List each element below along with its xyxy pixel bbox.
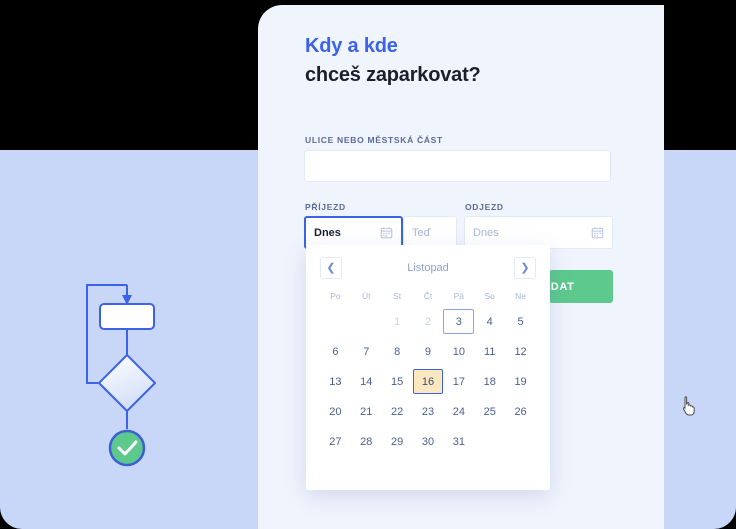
calendar-weekday-2: St [393, 291, 402, 301]
calendar-day-14[interactable]: 14 [351, 369, 382, 394]
calendar-day-8[interactable]: 8 [382, 339, 413, 364]
calendar-day-empty [474, 429, 505, 454]
calendar-icon [591, 227, 604, 239]
calendar-day-10[interactable]: 10 [443, 339, 474, 364]
calendar-day-7[interactable]: 7 [351, 339, 382, 364]
calendar-day-21[interactable]: 21 [351, 399, 382, 424]
calendar-day-6[interactable]: 6 [320, 339, 351, 364]
calendar-day-19[interactable]: 19 [505, 369, 536, 394]
departure-date-placeholder: Dnes [473, 226, 499, 239]
arrival-date-value: Dnes [314, 226, 341, 239]
arrival-field-label: PŘÍJEZD [305, 202, 346, 212]
calendar-day-empty [505, 429, 536, 454]
date-picker-popup: ❮ Listopad ❯ Po Út St Čt Pá So Ne 1 2 3 4 5 6 7 8 9 10 1… [306, 245, 550, 490]
calendar-day-3[interactable]: 3 [443, 309, 475, 334]
calendar-day-2: 2 [424, 315, 432, 328]
calendar-weekday-4: Pá [453, 291, 465, 301]
search-button-label: HLEDAT [549, 280, 575, 293]
calendar-day-26[interactable]: 26 [505, 399, 536, 424]
calendar-weekday-3: Čt [423, 291, 433, 301]
calendar-weekday-1: Út [362, 291, 371, 301]
calendar-day-5[interactable]: 5 [505, 309, 536, 334]
calendar-day-22[interactable]: 22 [382, 399, 413, 424]
calendar-day-28[interactable]: 28 [351, 429, 382, 454]
calendar-day-18[interactable]: 18 [474, 369, 505, 394]
calendar-day-15[interactable]: 15 [382, 369, 413, 394]
calendar-day-empty [351, 309, 382, 334]
calendar-day-4[interactable]: 4 [474, 309, 505, 334]
calendar-day-20[interactable]: 20 [320, 399, 351, 424]
chevron-right-icon[interactable]: ❯ [514, 257, 536, 279]
search-button[interactable]: HLEDAT [549, 270, 613, 303]
calendar-day-23[interactable]: 23 [413, 399, 444, 424]
calendar-week-row: 1 2345 [320, 309, 536, 334]
calendar-week-row: 20 21 22 23 24 25 26 [320, 399, 536, 424]
calendar-header: ❮ Listopad ❯ [320, 257, 536, 279]
calendar-day-9[interactable]: 9 [413, 339, 444, 364]
page-title: Kdy a kde chceš zaparkovat? [305, 35, 481, 87]
calendar-day-31[interactable]: 31 [443, 429, 474, 454]
calendar-icon [380, 227, 393, 239]
calendar-weekday-header: Po Út St Čt Pá So Ne [320, 291, 536, 301]
flowchart-illustration [60, 265, 280, 490]
calendar-week-row: 27 28 29 30 31 [320, 429, 536, 454]
calendar-week-row: 13 14 15 16 17 18 19 [320, 369, 536, 394]
booking-card-panel: Kdy a kde chceš zaparkovat? ULICE NEBO M… [258, 5, 695, 529]
calendar-month-label: Listopad [407, 262, 449, 274]
departure-field-label: ODJEZD [465, 202, 504, 212]
calendar-day-30[interactable]: 30 [413, 429, 444, 454]
calendar-day-27[interactable]: 27 [320, 429, 351, 454]
calendar-day-11[interactable]: 11 [474, 339, 505, 364]
calendar-weekday-6: Ne [515, 291, 526, 301]
calendar-week-row: 6 7 8 9 10 11 12 [320, 339, 536, 364]
calendar-weekday-0: Po [330, 291, 341, 301]
calendar-day-24[interactable]: 24 [443, 399, 474, 424]
calendar-day-empty [320, 309, 351, 334]
calendar-grid: 1 2 3 4 5 6 7 8 9 10 11 12 13 14 15 16 17 18 19 20 21 22 23 24 2… [320, 309, 536, 454]
calendar-day-17[interactable]: 17 [443, 369, 474, 394]
chevron-left-icon[interactable]: ❮ [320, 257, 342, 279]
heading-line-secondary: chceš zaparkovat? [305, 64, 481, 86]
calendar-day-16[interactable]: 16 [412, 369, 444, 394]
street-input[interactable] [304, 150, 611, 182]
calendar-day-12[interactable]: 12 [505, 339, 536, 364]
street-field-label: ULICE NEBO MĚSTSKÁ ČÁST [305, 135, 443, 145]
calendar-weekday-5: So [484, 291, 495, 301]
heading-line-primary: Kdy a kde [305, 35, 398, 57]
calendar-day-1: 1 [394, 315, 401, 328]
screenshot-canvas: Kdy a kde chceš zaparkovat? ULICE NEBO M… [0, 0, 736, 529]
calendar-day-29[interactable]: 29 [382, 429, 413, 454]
calendar-day-25[interactable]: 25 [474, 399, 505, 424]
calendar-day-13[interactable]: 13 [320, 369, 351, 394]
arrival-time-placeholder: Teď [412, 226, 431, 239]
